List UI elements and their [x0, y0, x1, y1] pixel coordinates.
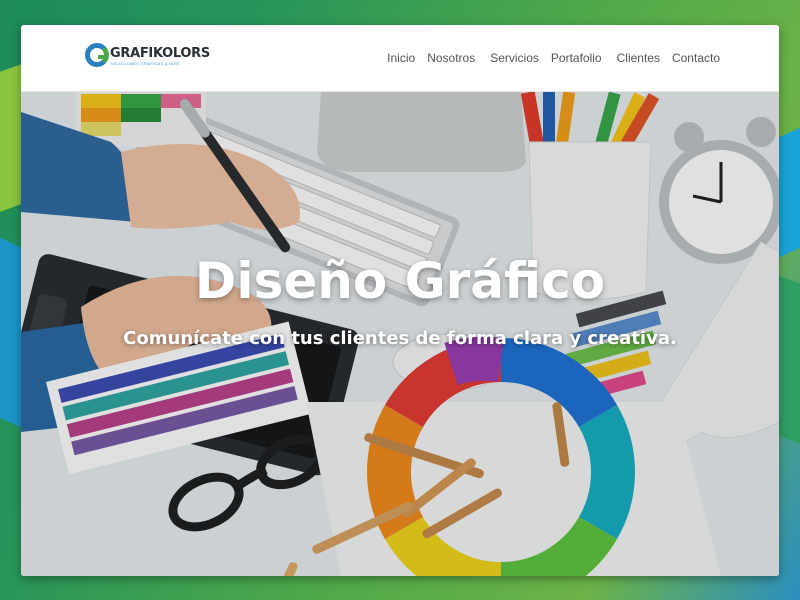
main-nav: Inicio Nosotros Servicios Portafolio Cli… [387, 51, 720, 65]
nav-link-inicio[interactable]: Inicio [387, 51, 415, 65]
hero-subtitle: Comunícate con tus clientes de forma cla… [123, 328, 677, 349]
nav-link-nosotros[interactable]: Nosotros [427, 51, 475, 65]
nav-link-portafolio[interactable]: Portafolio [551, 51, 602, 65]
brand-logo[interactable]: GRAFIKOLORS SOLUCIONES GRÁFICAS & WEB [85, 43, 210, 67]
logo-text: GRAFIKOLORS SOLUCIONES GRÁFICAS & WEB [110, 43, 210, 66]
navbar: GRAFIKOLORS SOLUCIONES GRÁFICAS & WEB In… [21, 25, 779, 92]
logo-g-icon [85, 43, 109, 67]
nav-link-servicios[interactable]: Servicios [490, 51, 539, 65]
hero-title: Diseño Gráfico [194, 252, 606, 310]
website-frame: GRAFIKOLORS SOLUCIONES GRÁFICAS & WEB In… [21, 25, 779, 576]
nav-link-clientes[interactable]: Clientes [617, 51, 660, 65]
brand-name: GRAFIKOLORS [110, 46, 210, 61]
nav-link-contacto[interactable]: Contacto [672, 51, 720, 65]
brand-tagline: SOLUCIONES GRÁFICAS & WEB [110, 61, 180, 66]
hero-banner: Diseño Gráfico Comunícate con tus client… [21, 92, 779, 576]
